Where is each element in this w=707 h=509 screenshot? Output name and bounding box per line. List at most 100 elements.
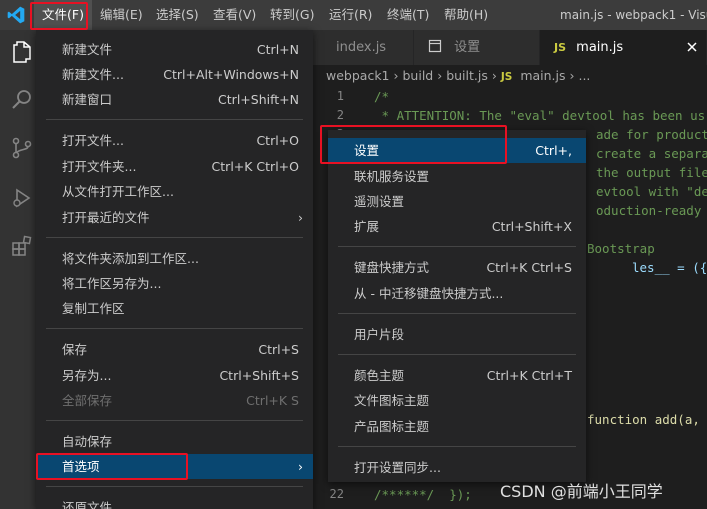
code-line: Bootstrap <box>587 241 655 256</box>
menu-item-label: 另存为... <box>62 368 112 383</box>
code-line: oduction-ready o <box>596 203 707 218</box>
menu-save-as[interactable]: 另存为... Ctrl+Shift+S <box>36 363 313 388</box>
menu-edit[interactable]: 编辑(E) <box>92 0 151 30</box>
menu-new-file-ellipsis[interactable]: 新建文件... Ctrl+Alt+Windows+N <box>36 62 313 87</box>
menu-open-recent[interactable]: 打开最近的文件 › <box>36 205 313 230</box>
menu-new-file[interactable]: 新建文件 Ctrl+N <box>36 37 313 62</box>
chevron-right-icon: › <box>437 68 447 83</box>
run-debug-icon[interactable] <box>10 186 34 210</box>
menu-run[interactable]: 运行(R) <box>321 0 380 30</box>
menu-item-label: 颜色主题 <box>354 368 405 383</box>
menu-new-window[interactable]: 新建窗口 Ctrl+Shift+N <box>36 87 313 112</box>
menu-item-shortcut: Ctrl+N <box>256 42 299 57</box>
code-line: create a separa <box>596 146 707 161</box>
highlight-box-preferences <box>36 453 188 480</box>
menu-duplicate-workspace[interactable]: 复制工作区 <box>36 296 313 321</box>
menu-item-label: 文件图标主题 <box>354 393 430 408</box>
menu-user-snippets[interactable]: 用户片段 <box>328 322 586 347</box>
search-icon[interactable] <box>10 88 34 112</box>
line-number: 22 <box>329 487 344 501</box>
menu-color-theme[interactable]: 颜色主题 Ctrl+K Ctrl+T <box>328 363 586 388</box>
menu-item-shortcut: Ctrl+Shift+X <box>491 219 572 234</box>
menu-selection[interactable]: 选择(S) <box>148 0 207 30</box>
menu-save-all: 全部保存 Ctrl+K S <box>36 388 313 413</box>
menu-item-label: 打开文件... <box>62 133 124 148</box>
menu-add-folder-to-workspace[interactable]: 将文件夹添加到工作区... <box>36 246 313 271</box>
extensions-icon[interactable] <box>10 234 34 258</box>
menu-separator <box>46 420 303 421</box>
menu-separator <box>46 119 303 120</box>
menu-item-shortcut: Ctrl+K Ctrl+T <box>486 368 572 383</box>
menu-item-label: 从 - 中迁移键盘快捷方式... <box>354 286 504 301</box>
menu-keyboard-shortcuts[interactable]: 键盘快捷方式 Ctrl+K Ctrl+S <box>328 255 586 280</box>
menu-product-icon-theme[interactable]: 产品图标主题 <box>328 414 586 439</box>
menu-go[interactable]: 转到(G) <box>262 0 322 30</box>
menu-telemetry-settings[interactable]: 遥测设置 <box>328 189 586 214</box>
menu-item-shortcut: Ctrl+K Ctrl+O <box>211 159 299 174</box>
tab-label: main.js <box>576 40 624 55</box>
menu-item-label: 将文件夹添加到工作区... <box>62 251 199 266</box>
menu-separator <box>46 328 303 329</box>
menu-revert-file[interactable]: 还原文件 <box>36 495 313 509</box>
code-line: /* <box>374 89 390 104</box>
menu-migrate-keybindings[interactable]: 从 - 中迁移键盘快捷方式... <box>328 281 586 306</box>
menu-settings-sync[interactable]: 打开设置同步... <box>328 455 586 480</box>
source-control-icon[interactable] <box>10 136 34 160</box>
file-menu: 新建文件 Ctrl+N 新建文件... Ctrl+Alt+Windows+N 新… <box>36 30 313 509</box>
tab-label: index.js <box>336 40 387 55</box>
menu-open-workspace[interactable]: 从文件打开工作区... <box>36 179 313 204</box>
menu-extensions[interactable]: 扩展 Ctrl+Shift+X <box>328 214 586 239</box>
menu-item-label: 遥测设置 <box>354 194 405 209</box>
code-line: function add(a, <box>587 412 700 427</box>
breadcrumb-item[interactable]: webpack1 <box>326 68 390 83</box>
menu-save-workspace-as[interactable]: 将工作区另存为... <box>36 271 313 296</box>
menu-auto-save[interactable]: 自动保存 <box>36 429 313 454</box>
menu-view[interactable]: 查看(V) <box>205 0 264 30</box>
title-bar: 文件(F) 编辑(E) 选择(S) 查看(V) 转到(G) 运行(R) 终端(T… <box>0 0 707 30</box>
menu-item-shortcut: Ctrl+K Ctrl+S <box>486 260 572 275</box>
tab-index-js[interactable]: index.js <box>314 30 414 65</box>
breadcrumb-item[interactable]: ... <box>578 68 590 83</box>
menu-open-folder[interactable]: 打开文件夹... Ctrl+K Ctrl+O <box>36 154 313 179</box>
explorer-icon[interactable] <box>10 40 34 64</box>
breadcrumb-item[interactable]: main.js <box>520 68 565 83</box>
close-icon[interactable] <box>685 40 699 54</box>
menu-item-label: 自动保存 <box>62 434 113 449</box>
menu-item-shortcut: Ctrl+Shift+N <box>218 92 299 107</box>
menu-item-shortcut: Ctrl+, <box>535 143 572 158</box>
menu-open-file[interactable]: 打开文件... Ctrl+O <box>36 128 313 153</box>
menu-separator <box>46 486 303 487</box>
chevron-right-icon: › <box>298 210 303 225</box>
breadcrumb-item[interactable]: built.js <box>446 68 488 83</box>
menu-item-label: 新建文件... <box>62 67 124 82</box>
menu-separator <box>46 237 303 238</box>
code-line: * ATTENTION: The "eval" devtool has been… <box>374 108 706 123</box>
code-line: ade for producti <box>596 127 707 142</box>
window-title: main.js - webpack1 - Visual Studio Code <box>560 8 707 22</box>
js-file-icon: JS <box>554 41 567 54</box>
tab-settings[interactable]: 设置 <box>414 30 540 65</box>
menu-help[interactable]: 帮助(H) <box>436 0 496 30</box>
menu-item-label: 键盘快捷方式 <box>354 260 430 275</box>
highlight-box-file-menu <box>30 2 88 30</box>
menu-item-shortcut: Ctrl+Alt+Windows+N <box>163 67 299 82</box>
menu-item-label: 打开设置同步... <box>354 460 441 475</box>
menu-item-shortcut: Ctrl+O <box>256 133 299 148</box>
tab-main-js[interactable]: JS main.js <box>540 30 707 65</box>
watermark: CSDN @前端小王同学 <box>500 482 663 501</box>
vscode-logo-icon <box>7 6 25 24</box>
menu-item-label: 全部保存 <box>62 393 113 408</box>
menu-online-services-settings[interactable]: 联机服务设置 <box>328 164 586 189</box>
preferences-submenu: 设置 Ctrl+, 联机服务设置 遥测设置 扩展 Ctrl+Shift+X 键盘… <box>328 130 586 482</box>
menu-item-label: 保存 <box>62 342 88 357</box>
line-number: 2 <box>336 108 344 122</box>
breadcrumb-item[interactable]: build <box>402 68 433 83</box>
code-line: the output file <box>596 165 707 180</box>
highlight-box-settings <box>320 125 507 164</box>
menu-terminal[interactable]: 终端(T) <box>379 0 437 30</box>
menu-item-label: 复制工作区 <box>62 301 125 316</box>
menu-save[interactable]: 保存 Ctrl+S <box>36 337 313 362</box>
menu-file-icon-theme[interactable]: 文件图标主题 <box>328 388 586 413</box>
menu-item-label: 打开文件夹... <box>62 159 137 174</box>
menu-item-shortcut: Ctrl+S <box>258 342 299 357</box>
